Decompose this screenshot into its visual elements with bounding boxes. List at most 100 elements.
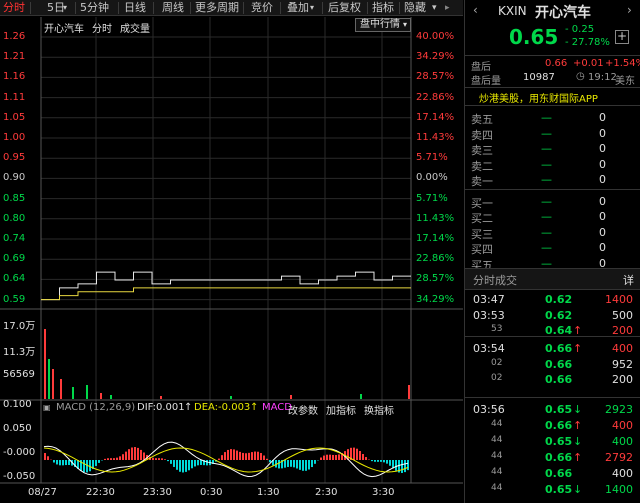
volume-bar (86, 385, 88, 399)
macd-histogram-bar (137, 447, 139, 460)
chart-area[interactable]: 开心汽车 分时 成交量 盘中行情 ▾ 1.26 1.21 1.16 1.11 1.05 1… (0, 17, 463, 503)
order-book-price: — (541, 194, 552, 208)
add-watchlist-icon[interactable]: + (615, 30, 629, 44)
period-toolbar: 分时 5日 ▾ 5分钟 日线 周线 更多周期 竞价 叠加 ▾ 后复权 指标 隐藏… (0, 0, 463, 16)
macd-histogram-bar (230, 449, 232, 460)
macd-histogram-bar (176, 460, 178, 470)
add-indicator-button[interactable]: 加指标 (326, 402, 356, 417)
pct-tick-label: 28.57% (416, 273, 455, 285)
trade-time: 44 (491, 467, 503, 477)
trade-time: 44 (491, 419, 503, 429)
macd-histogram-bar (305, 460, 307, 471)
trade-time: 03:56 (473, 403, 505, 416)
trade-row: 44 0.66 ↑ 2792 (473, 450, 633, 466)
macd-histogram-bar (296, 460, 298, 469)
session-dropdown[interactable]: 盘中行情 ▾ (355, 18, 411, 32)
macd-histogram-bar (68, 460, 70, 465)
macd-histogram-bar (329, 454, 331, 460)
order-book-row: 卖二 —0 (471, 157, 631, 173)
order-book-row: 买三 —0 (471, 225, 631, 241)
macd-histogram-bar (248, 452, 250, 460)
tab-daily[interactable]: 日线 (124, 1, 146, 15)
trade-time: 02 (491, 358, 503, 368)
macd-histogram-bar (83, 460, 85, 473)
change-indicator-button[interactable]: 换指标 (364, 402, 394, 417)
macd-histogram-bar (254, 451, 256, 460)
price-tick-label: 1.11 (3, 91, 26, 103)
trade-row: 44 0.66 400 (473, 466, 633, 482)
macd-histogram-bar (140, 449, 142, 460)
pct-tick-label: 22.86% (416, 253, 455, 265)
trade-time: 02 (491, 373, 503, 383)
chevron-down-icon[interactable]: ▾ (63, 1, 67, 15)
trade-row: 02 0.66 200 (473, 372, 633, 388)
quote-panel: ‹ KXIN 开心汽车 › 0.65 - 0.25 - 27.78% + 盘后 … (464, 0, 640, 503)
tab-5min[interactable]: 5分钟 (80, 1, 109, 15)
order-book-volume: 0 (599, 194, 606, 208)
stock-symbol: KXIN (498, 4, 527, 18)
tab-more-periods[interactable]: 更多周期 (195, 1, 239, 15)
price-change: - 0.25 (565, 24, 595, 35)
pct-tick-label: 17.14% (416, 233, 455, 244)
trade-price: 0.66 (545, 419, 573, 432)
macd-histogram-bar (197, 460, 199, 466)
next-stock-icon[interactable]: › (627, 3, 632, 17)
trade-row: 02 0.66 952 (473, 357, 633, 373)
macd-histogram-bar (260, 453, 262, 460)
macd-histogram-bar (266, 458, 268, 460)
change-params-button[interactable]: 改参数 (288, 402, 318, 417)
macd-histogram-bar (245, 453, 247, 460)
prev-stock-icon[interactable]: ‹ (473, 3, 478, 17)
trade-row: 03:47 0.62 1400 (473, 292, 633, 308)
pct-tick-label: 34.29% (416, 51, 455, 63)
adjust-button[interactable]: 后复权 (328, 1, 361, 15)
macd-histogram-bar (404, 460, 406, 473)
chevron-down-icon[interactable]: ▾ (432, 1, 437, 15)
pct-tick-label: 28.57% (416, 71, 455, 83)
macd-histogram-bar (53, 460, 55, 463)
macd-histogram-bar (380, 460, 382, 462)
macd-histogram-bar (335, 455, 337, 460)
macd-histogram-bar (44, 452, 46, 460)
chart-volume-label: 成交量 (120, 24, 150, 35)
indicator-button[interactable]: 指标 (372, 1, 394, 15)
chevron-down-icon[interactable]: ▾ (310, 1, 314, 15)
tab-weekly[interactable]: 周线 (162, 1, 184, 15)
macd-histogram-bar (251, 452, 253, 460)
volume-bar (48, 359, 50, 399)
macd-histogram-bar (188, 460, 190, 471)
order-book-price: — (541, 111, 552, 124)
trade-price: 0.66 (545, 451, 573, 464)
promo-link[interactable]: 炒港美股，用东财国际APP (479, 90, 598, 105)
macd-histogram-bar (116, 457, 118, 460)
macd-histogram-bar (122, 454, 124, 460)
macd-histogram-bar (302, 460, 304, 471)
macd-histogram-bar (386, 460, 388, 464)
stock-name: 开心汽车 (535, 5, 591, 21)
trade-volume: 2923 (605, 403, 633, 416)
tab-auction[interactable]: 竞价 (251, 1, 273, 15)
order-book-price: — (541, 210, 552, 223)
macd-histogram-bar (128, 449, 130, 460)
volume-bar (72, 387, 74, 399)
collapse-icon[interactable]: ▸ (445, 1, 450, 15)
pct-tick-label: 5.71% (416, 192, 448, 204)
overlay-button[interactable]: 叠加 (287, 1, 309, 15)
macd-histogram-bar (194, 460, 196, 467)
volume-bar (360, 394, 362, 399)
macd-settings-icon[interactable]: ▣ (43, 403, 51, 412)
macd-histogram-bar (86, 460, 88, 473)
order-book-price: — (541, 173, 552, 186)
macd-histogram-bar (365, 457, 367, 460)
pct-tick-label: 17.14% (416, 111, 455, 123)
trades-detail-button[interactable]: 详 (623, 272, 634, 288)
macd-histogram-bar (299, 460, 301, 470)
tab-intraday[interactable]: 分时 (3, 1, 25, 15)
macd-dif-value: DIF:0.001 (137, 402, 185, 413)
volume-bar (290, 395, 292, 399)
macd-title: MACD (12,26,9) (56, 402, 136, 413)
hide-button[interactable]: 隐藏 (404, 1, 426, 15)
volume-tick-label: 56569 (3, 369, 35, 380)
trade-volume: 500 (612, 309, 633, 322)
price-change-pct: - 27.78% (565, 37, 610, 48)
